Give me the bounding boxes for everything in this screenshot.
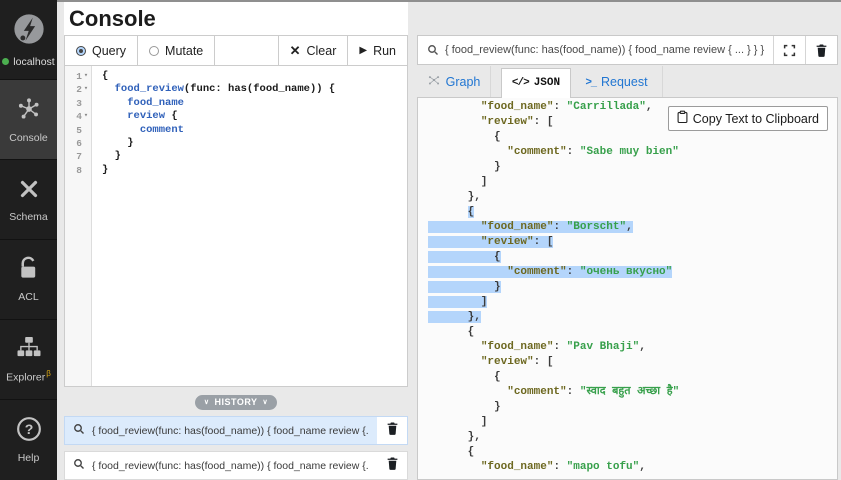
radio-selected-icon [76, 46, 86, 56]
history-item[interactable]: { food_review(func: has(food_name)) { fo… [64, 416, 408, 445]
trash-icon [386, 421, 399, 441]
json-response-panel[interactable]: "food_name": "Carrillada", "review": [ {… [417, 97, 838, 480]
editor-code: { food_review(func: has(food_name)) { fo… [93, 66, 407, 177]
query-preview-bar[interactable]: { food_review(func: has(food_name)) { fo… [417, 35, 838, 65]
mutate-mode-radio[interactable]: Mutate [138, 36, 215, 65]
graph-icon [427, 73, 441, 90]
results-tabs: Graph </> JSON >_ Request [417, 66, 838, 97]
discard-query-button[interactable] [805, 36, 837, 64]
svg-text:?: ? [24, 421, 33, 437]
editor-gutter: 1▾2▾34▾5678 [65, 66, 92, 386]
fullscreen-icon [783, 44, 796, 57]
toolbar-spacer [215, 36, 278, 65]
sidebar-item-label: Console [9, 132, 48, 144]
copy-to-clipboard-button[interactable]: Copy Text to Clipboard [668, 106, 828, 131]
server-label: localhost [13, 56, 54, 68]
results-column: { food_review(func: has(food_name)) { fo… [417, 2, 841, 480]
lock-icon [17, 256, 40, 286]
query-mode-radio[interactable]: Query [65, 36, 138, 65]
code-icon: </> [512, 76, 529, 91]
radio-unselected-icon [149, 46, 159, 56]
delete-history-button[interactable] [377, 452, 407, 479]
sidebar-item-label: Schema [9, 211, 48, 223]
search-icon [418, 44, 445, 56]
sidebar-item-console[interactable]: Console [0, 80, 57, 160]
server-status-dot [2, 58, 9, 65]
history-item[interactable]: { food_review(func: has(food_name)) { fo… [64, 451, 408, 480]
play-icon: ▶ [359, 45, 367, 56]
delete-history-button[interactable] [377, 417, 407, 444]
page-title: Console [69, 6, 156, 32]
tab-graph[interactable]: Graph [417, 66, 491, 97]
chevron-down-icon: ∨ [263, 398, 269, 406]
sidebar-item-schema[interactable]: Schema [0, 160, 57, 240]
beta-badge: β [46, 369, 51, 378]
query-panel: Query Mutate ✕ Clear ▶ Run 1▾2▾34▾5678 [64, 35, 408, 387]
history-query[interactable]: { food_review(func: has(food_name)) { fo… [65, 452, 377, 479]
page-header: Console [64, 2, 408, 35]
sidebar-item-acl[interactable]: ACL [0, 240, 57, 320]
sidebar-item-label: ACL [18, 291, 38, 303]
sidebar-item-label: Help [18, 452, 40, 464]
sidebar: localhost Console Schema [0, 0, 57, 480]
search-icon [73, 422, 85, 440]
query-column: Console Query Mutate ✕ Clear ▶ [57, 2, 417, 480]
sidebar-item-label: Explorerβ [6, 369, 51, 384]
query-editor[interactable]: 1▾2▾34▾5678 { food_review(func: has(food… [65, 66, 407, 386]
tab-json[interactable]: </> JSON [501, 68, 571, 98]
sidebar-item-help[interactable]: ? Help [0, 400, 57, 480]
explorer-tree-icon [16, 336, 42, 364]
console-icon [16, 96, 42, 127]
clear-button[interactable]: ✕ Clear [279, 36, 349, 65]
json-output[interactable]: "food_name": "Carrillada", "review": [ {… [428, 100, 837, 475]
history-toggle[interactable]: ∨ HISTORY ∨ [195, 395, 277, 410]
dgraph-logo-icon [12, 12, 46, 51]
terminal-icon: >_ [585, 76, 596, 88]
close-icon: ✕ [290, 44, 301, 57]
sidebar-item-explorer[interactable]: Explorerβ [0, 320, 57, 400]
chevron-down-icon: ∨ [204, 398, 210, 406]
schema-icon [17, 177, 41, 206]
query-toolbar: Query Mutate ✕ Clear ▶ Run [65, 36, 407, 66]
main-area: Console Query Mutate ✕ Clear ▶ [57, 0, 841, 480]
tab-request[interactable]: >_ Request [571, 66, 663, 97]
query-preview-text: { food_review(func: has(food_name)) { fo… [445, 44, 773, 56]
help-icon: ? [16, 416, 42, 447]
trash-icon [386, 456, 399, 476]
sidebar-item-server[interactable]: localhost [0, 0, 57, 80]
trash-icon [815, 43, 828, 58]
run-button[interactable]: ▶ Run [348, 36, 407, 65]
history-query[interactable]: { food_review(func: has(food_name)) { fo… [65, 417, 377, 444]
search-icon [73, 457, 85, 475]
fullscreen-button[interactable] [773, 36, 805, 64]
clipboard-icon [677, 110, 688, 127]
